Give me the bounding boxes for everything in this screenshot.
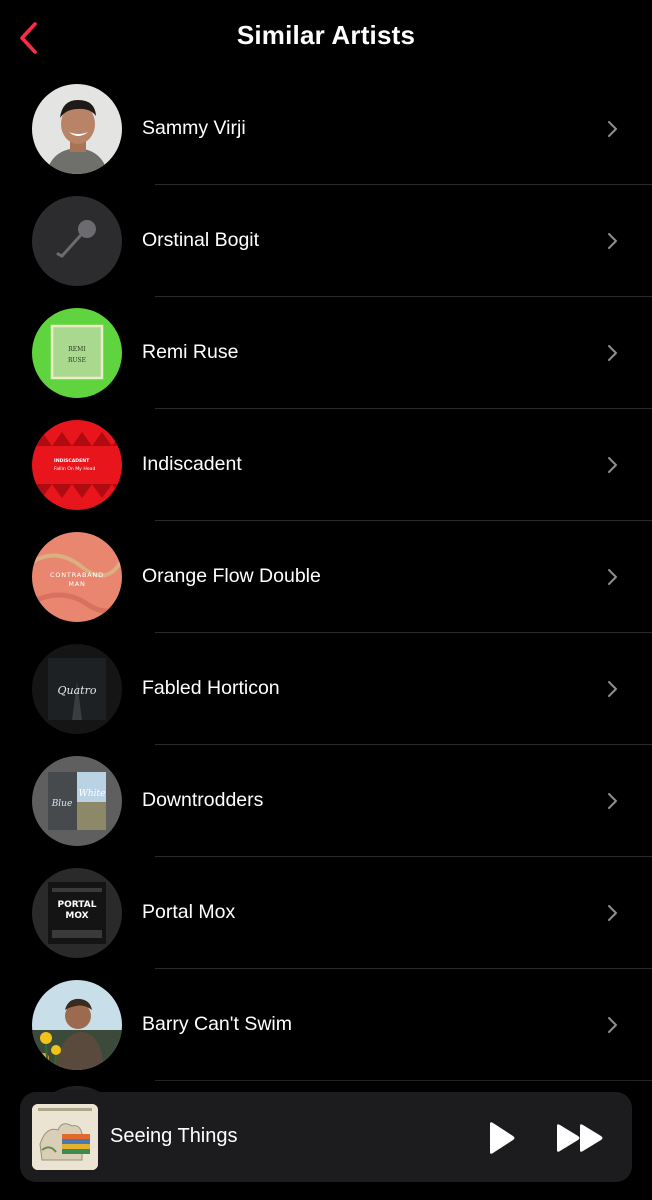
svg-text:Quatro: Quatro: [58, 684, 97, 697]
svg-text:Fallin On My Head: Fallin On My Head: [54, 466, 95, 472]
chevron-right-icon: [608, 345, 617, 361]
svg-text:REMI: REMI: [68, 346, 86, 353]
chevron-right-icon: [608, 793, 617, 809]
svg-text:MAN: MAN: [68, 580, 85, 588]
artist-row[interactable]: Sammy Virji: [0, 73, 652, 185]
artist-row[interactable]: PORTAL MOX Portal Mox: [0, 857, 652, 969]
artist-avatar: [32, 84, 122, 174]
svg-text:MOX: MOX: [65, 911, 88, 921]
svg-text:RUSE: RUSE: [68, 357, 86, 364]
chevron-right-icon: [608, 457, 617, 473]
artist-row[interactable]: INDISCADENT Fallin On My Head Indiscaden…: [0, 409, 652, 521]
artist-row[interactable]: Quatro Fabled Horticon: [0, 633, 652, 745]
artist-avatar: Blue White: [32, 756, 122, 846]
artist-row[interactable]: Blue White Downtrodders: [0, 745, 652, 857]
chevron-right-icon: [608, 121, 617, 137]
mini-player[interactable]: Seeing Things: [20, 1092, 632, 1182]
artist-name: Indiscadent: [142, 453, 242, 475]
svg-text:CONTRABAND: CONTRABAND: [50, 571, 104, 579]
artist-avatar: Quatro: [32, 644, 122, 734]
artist-name: Fabled Horticon: [142, 677, 280, 699]
svg-text:PORTAL: PORTAL: [58, 900, 97, 910]
chevron-right-icon: [608, 1017, 617, 1033]
similar-artists-list: Sammy Virji Orstinal Bogit REMI RUSE Rem…: [0, 73, 652, 1081]
chevron-right-icon: [608, 569, 617, 585]
artist-name: Portal Mox: [142, 901, 236, 923]
artist-avatar: REMI RUSE: [32, 308, 122, 398]
fast-forward-icon[interactable]: [554, 1120, 608, 1156]
page-title: Similar Artists: [236, 20, 416, 50]
artist-row[interactable]: REMI RUSE Remi Ruse: [0, 297, 652, 409]
svg-text:INDISCADENT: INDISCADENT: [54, 458, 90, 464]
artist-avatar: PORTAL MOX: [32, 868, 122, 958]
artist-name: Orange Flow Double: [142, 565, 321, 587]
artist-name: Sammy Virji: [142, 117, 246, 139]
svg-text:Blue: Blue: [51, 799, 73, 809]
chevron-right-icon: [608, 905, 617, 921]
artist-name: Remi Ruse: [142, 341, 239, 363]
artist-avatar: CONTRABAND MAN: [32, 532, 122, 622]
play-icon[interactable]: [482, 1120, 518, 1156]
artist-row[interactable]: Orstinal Bogit: [0, 185, 652, 297]
nav-header: Similar Artists: [0, 0, 652, 76]
chevron-right-icon: [608, 233, 617, 249]
artist-name: Downtrodders: [142, 789, 264, 811]
svg-text:White: White: [79, 789, 106, 799]
now-playing-artwork[interactable]: [32, 1104, 98, 1170]
chevron-right-icon: [608, 681, 617, 697]
artist-avatar: [32, 196, 122, 286]
artist-avatar: INDISCADENT Fallin On My Head: [32, 420, 122, 510]
artist-avatar: [32, 980, 122, 1070]
artist-row[interactable]: CONTRABAND MAN Orange Flow Double: [0, 521, 652, 633]
artist-row[interactable]: Barry Can't Swim: [0, 969, 652, 1081]
artist-name: Barry Can't Swim: [142, 1013, 293, 1035]
now-playing-title[interactable]: Seeing Things: [110, 1125, 238, 1148]
artist-name: Orstinal Bogit: [142, 229, 260, 251]
